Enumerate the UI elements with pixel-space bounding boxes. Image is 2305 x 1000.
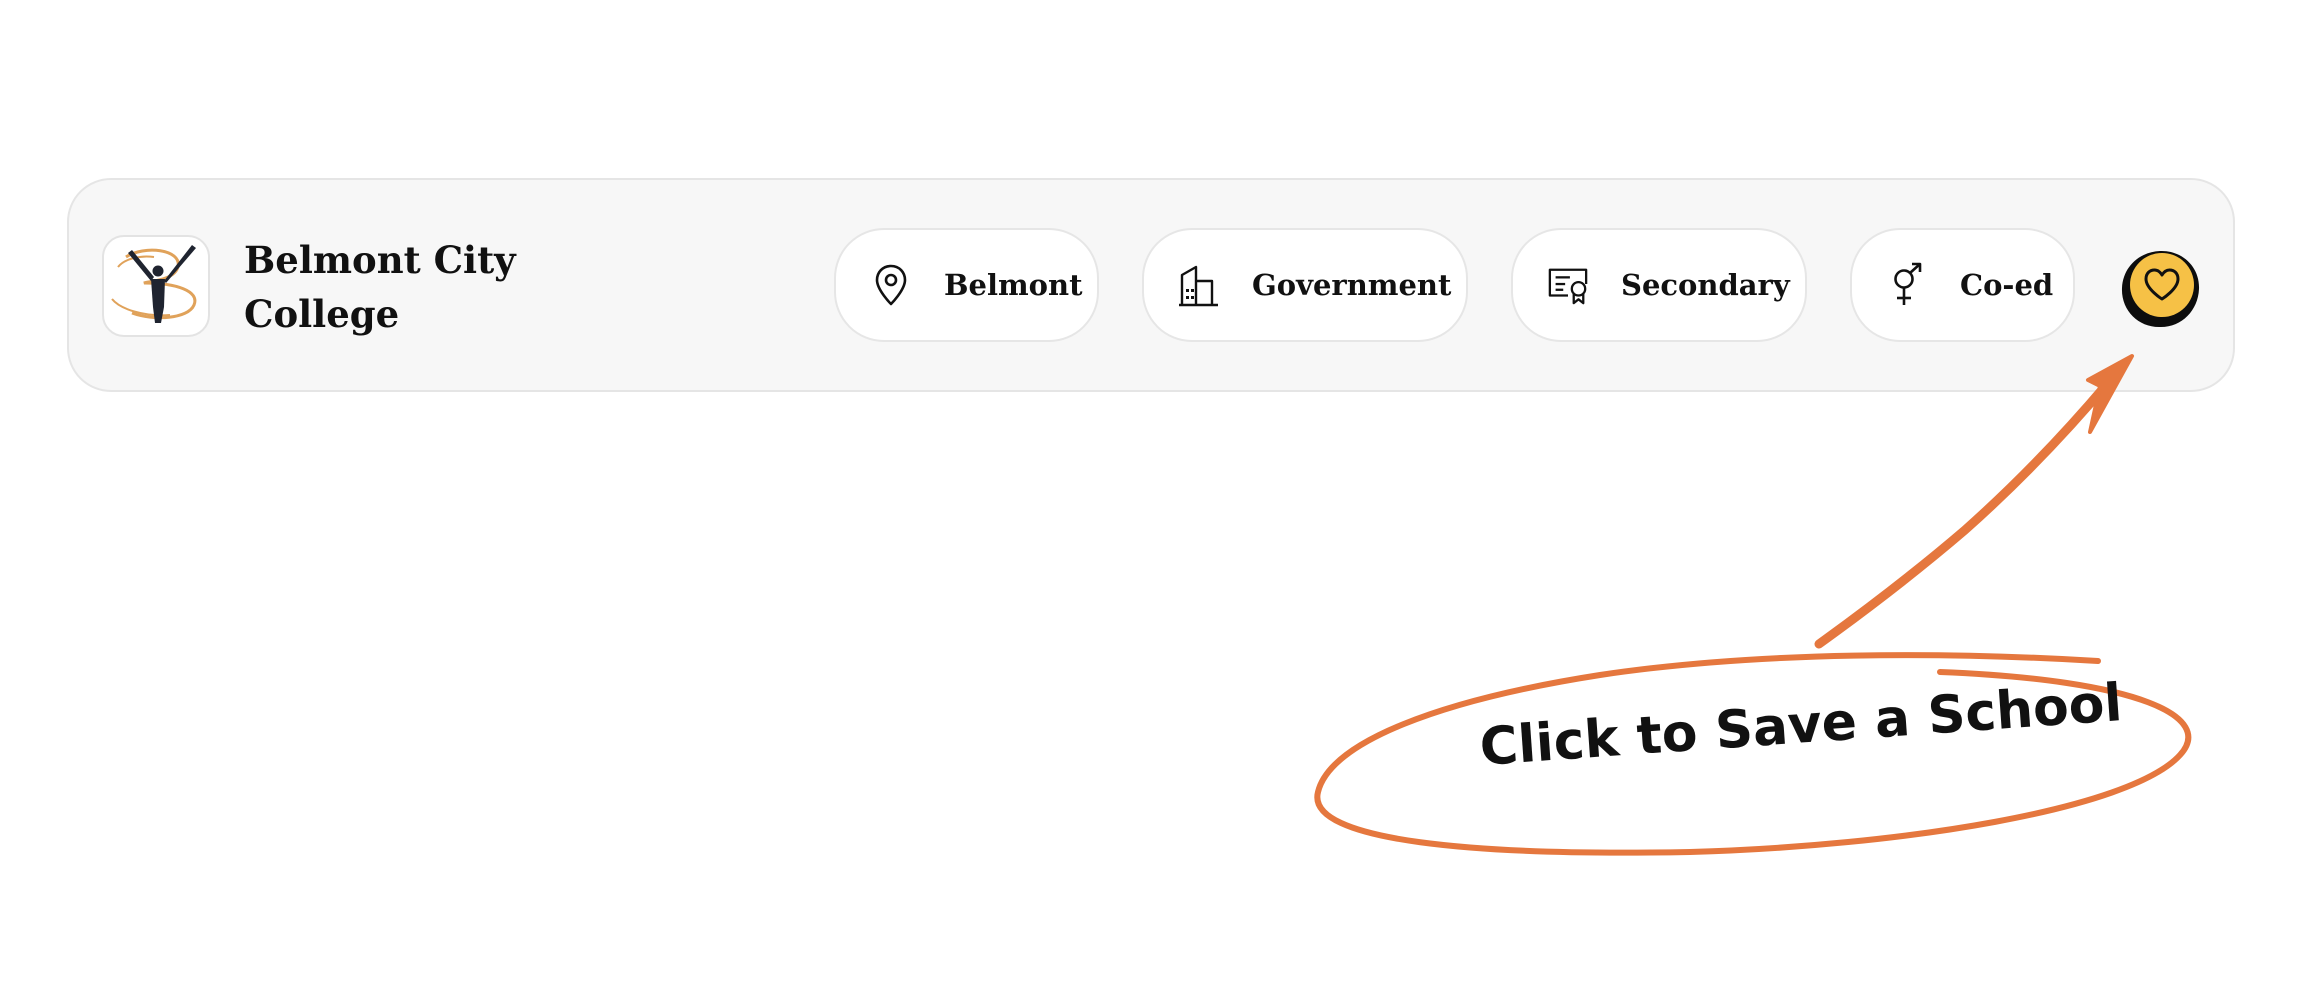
tag-location-label: Belmont <box>944 268 1083 302</box>
tag-level-label: Secondary <box>1621 268 1790 302</box>
tag-sector-label: Government <box>1252 268 1452 302</box>
stage: Belmont City College Belmont Government <box>0 0 2305 1000</box>
tag-gender[interactable]: Co-ed <box>1850 228 2075 342</box>
annotation-arrow <box>1814 373 2117 649</box>
gender-icon <box>1886 262 1928 308</box>
save-school-button[interactable] <box>2118 247 2202 331</box>
tag-location[interactable]: Belmont <box>834 228 1099 342</box>
annotation-overlay <box>1314 354 2192 856</box>
school-name: Belmont City College <box>244 238 516 336</box>
tag-sector[interactable]: Government <box>1142 228 1468 342</box>
map-pin-icon <box>870 262 912 308</box>
annotation-text: Click to Save a School <box>1477 673 2125 778</box>
tag-gender-label: Co-ed <box>1960 268 2054 302</box>
belmont-city-college-logo-icon <box>111 245 197 323</box>
tag-level[interactable]: Secondary <box>1511 228 1807 342</box>
building-icon <box>1178 262 1220 308</box>
certificate-icon <box>1547 262 1589 308</box>
school-logo <box>102 235 210 337</box>
